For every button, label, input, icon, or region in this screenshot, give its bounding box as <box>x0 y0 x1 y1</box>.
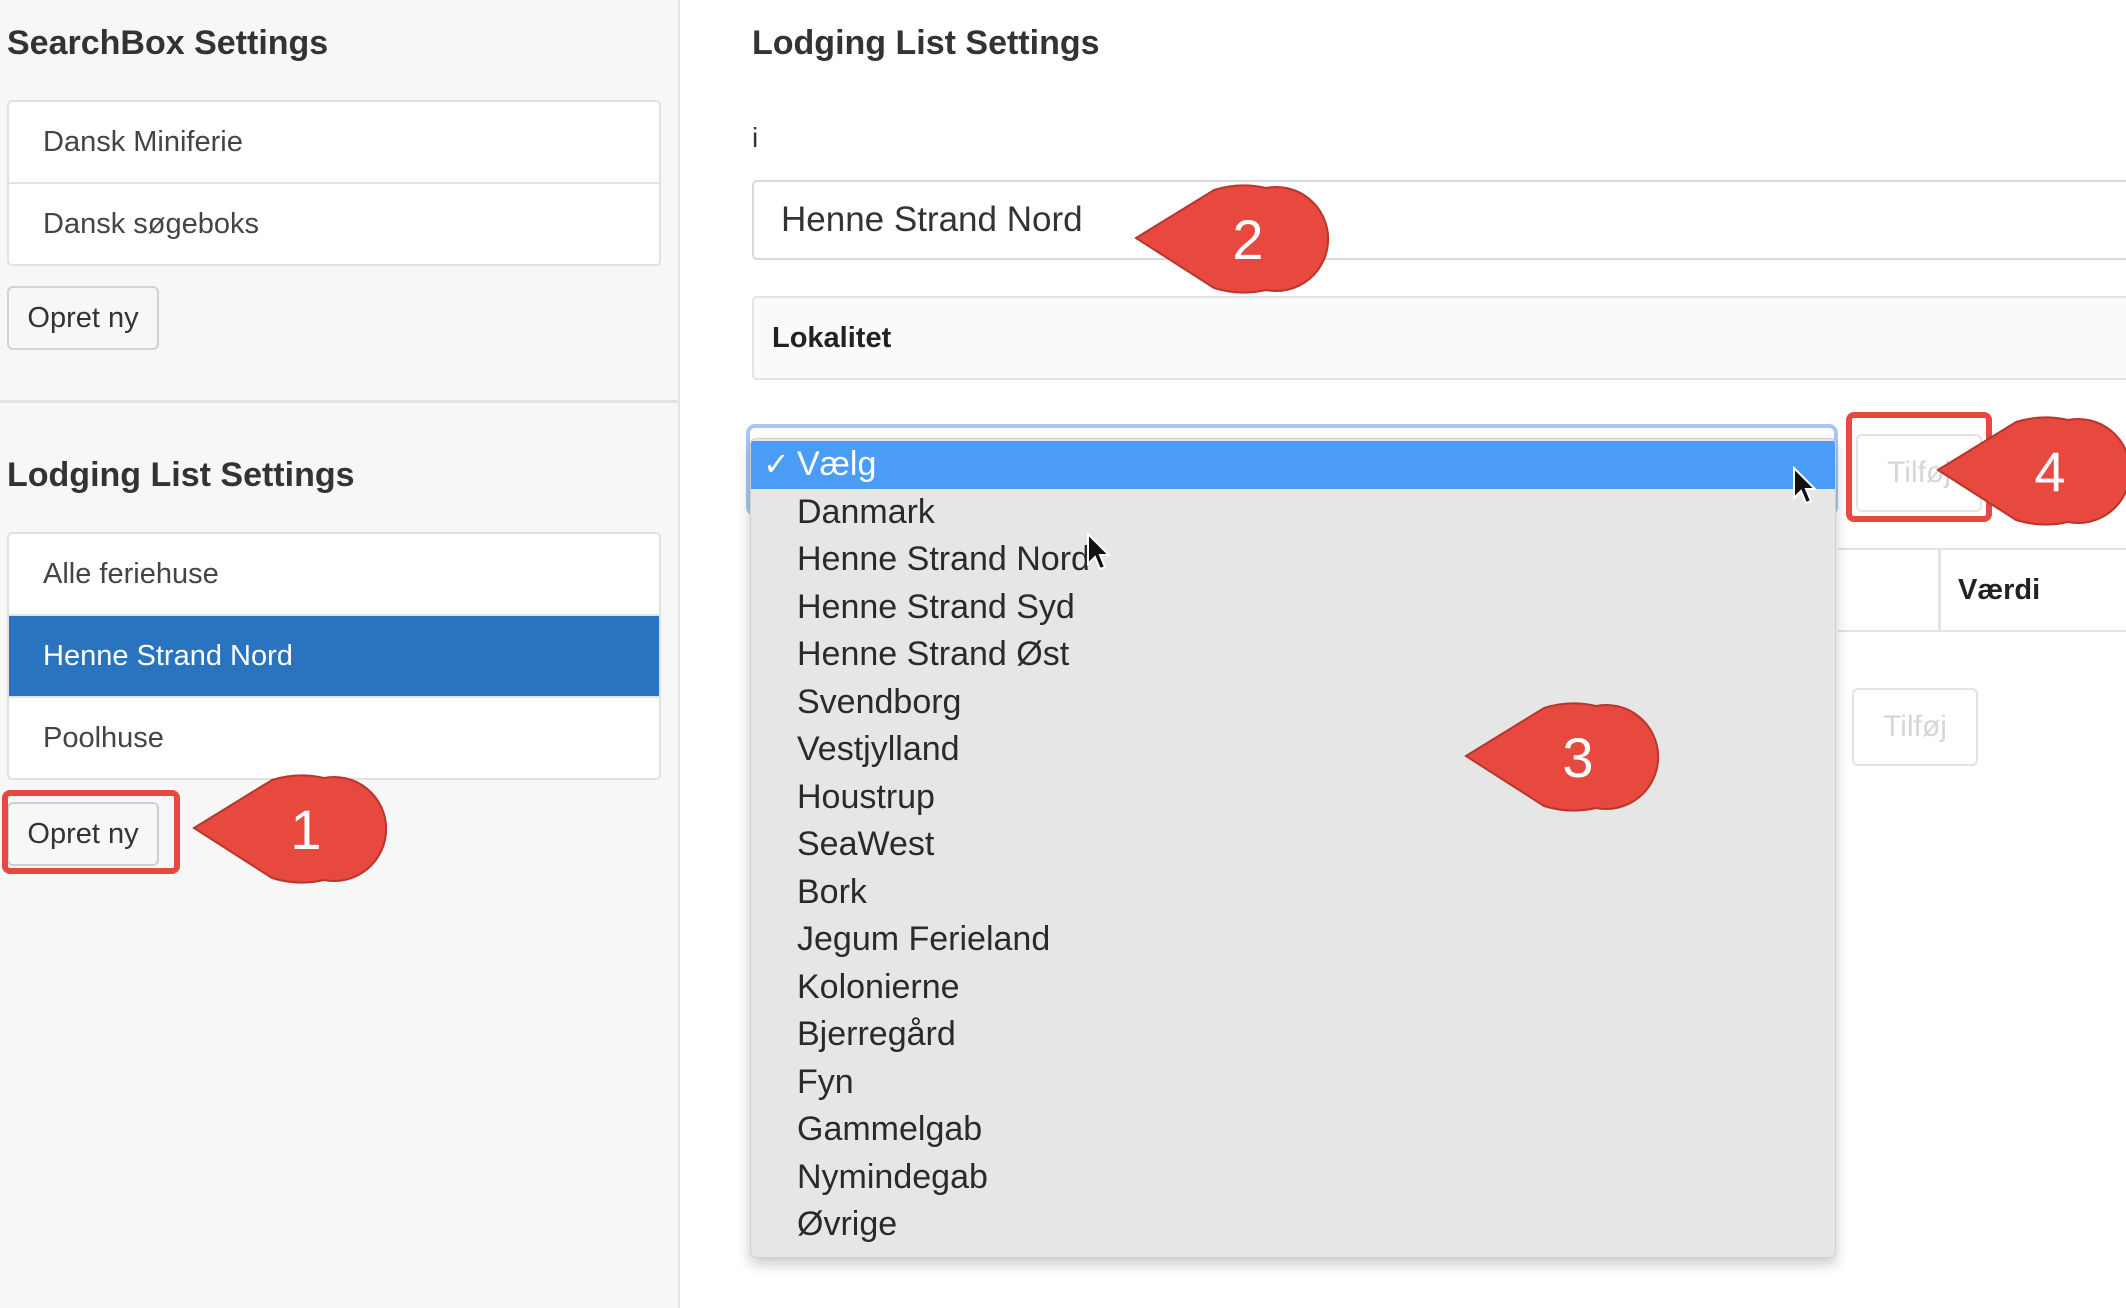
callout-number-4: 4 <box>2034 440 2066 503</box>
highlight-box-create <box>2 790 180 874</box>
add-value-button[interactable]: Tilføj <box>1852 688 1978 766</box>
dropdown-option[interactable]: Fyn <box>751 1059 1835 1107</box>
callout-marker-4: 4 <box>1930 416 2126 526</box>
dropdown-option[interactable]: Houstrup <box>751 774 1835 822</box>
dropdown-option[interactable]: Bork <box>751 869 1835 917</box>
values-table-header: Værdi <box>1838 548 2126 632</box>
callout-marker-3: 3 <box>1458 702 1660 812</box>
filter-panel-heading: Lokalitet <box>752 296 2126 380</box>
dropdown-option[interactable]: Gammelgab <box>751 1106 1835 1154</box>
checkmark-icon: ✓ <box>763 446 790 482</box>
dropdown-option-label: Vælg <box>797 445 877 483</box>
list-item-alle-feriehuse[interactable]: Alle feriehuse <box>9 534 659 616</box>
dropdown-option[interactable]: Danmark <box>751 489 1835 537</box>
sidebar: SearchBox Settings Dansk Miniferie Dansk… <box>0 0 680 1308</box>
mouse-pointer-icon <box>1793 466 1818 505</box>
callout-marker-2: 2 <box>1128 184 1330 294</box>
searchbox-settings-heading: SearchBox Settings <box>7 24 329 62</box>
list-item-henne-strand-nord[interactable]: Henne Strand Nord <box>9 616 659 698</box>
dropdown-option[interactable]: Bjerregård <box>751 1011 1835 1059</box>
page-title: Lodging List Settings <box>752 24 1100 62</box>
callout-number-3: 3 <box>1562 726 1594 789</box>
lodging-settings-heading: Lodging List Settings <box>7 456 355 494</box>
searchbox-create-button[interactable]: Opret ny <box>7 286 159 350</box>
dropdown-option[interactable]: Kolonierne <box>751 964 1835 1012</box>
dropdown-option[interactable]: Henne Strand Øst <box>751 631 1835 679</box>
location-dropdown-menu[interactable]: ✓ Vælg Danmark Henne Strand Nord Henne S… <box>750 438 1836 1258</box>
callout-number-1: 1 <box>290 798 322 861</box>
callout-number-2: 2 <box>1232 208 1264 271</box>
dropdown-option-selected[interactable]: ✓ Vælg <box>751 441 1835 489</box>
dropdown-option[interactable]: Jegum Ferieland <box>751 916 1835 964</box>
list-item-dansk-sogeboks[interactable]: Dansk søgeboks <box>9 184 659 264</box>
dropdown-option[interactable]: Henne Strand Nord <box>751 536 1835 584</box>
name-field-label: i <box>752 122 759 153</box>
dropdown-option[interactable]: Svendborg <box>751 679 1835 727</box>
list-item-dansk-miniferie[interactable]: Dansk Miniferie <box>9 102 659 184</box>
lodging-list: Alle feriehuse Henne Strand Nord Poolhus… <box>7 532 661 780</box>
searchbox-list: Dansk Miniferie Dansk søgeboks <box>7 100 661 266</box>
sidebar-divider <box>0 400 680 403</box>
dropdown-option[interactable]: SeaWest <box>751 821 1835 869</box>
dropdown-option[interactable]: Nymindegab <box>751 1154 1835 1202</box>
filter-panel-title: Lokalitet <box>772 322 892 354</box>
list-name-input[interactable] <box>752 180 2126 260</box>
dropdown-option[interactable]: Øvrige <box>751 1201 1835 1249</box>
table-column-divider <box>1938 550 1941 630</box>
dropdown-option[interactable]: Vestjylland <box>751 726 1835 774</box>
callout-marker-1: 1 <box>186 774 388 884</box>
mouse-pointer-icon <box>1087 532 1112 571</box>
value-column-header: Værdi <box>1958 574 2041 606</box>
dropdown-option[interactable]: Henne Strand Syd <box>751 584 1835 632</box>
list-item-poolhuse[interactable]: Poolhuse <box>9 698 659 778</box>
